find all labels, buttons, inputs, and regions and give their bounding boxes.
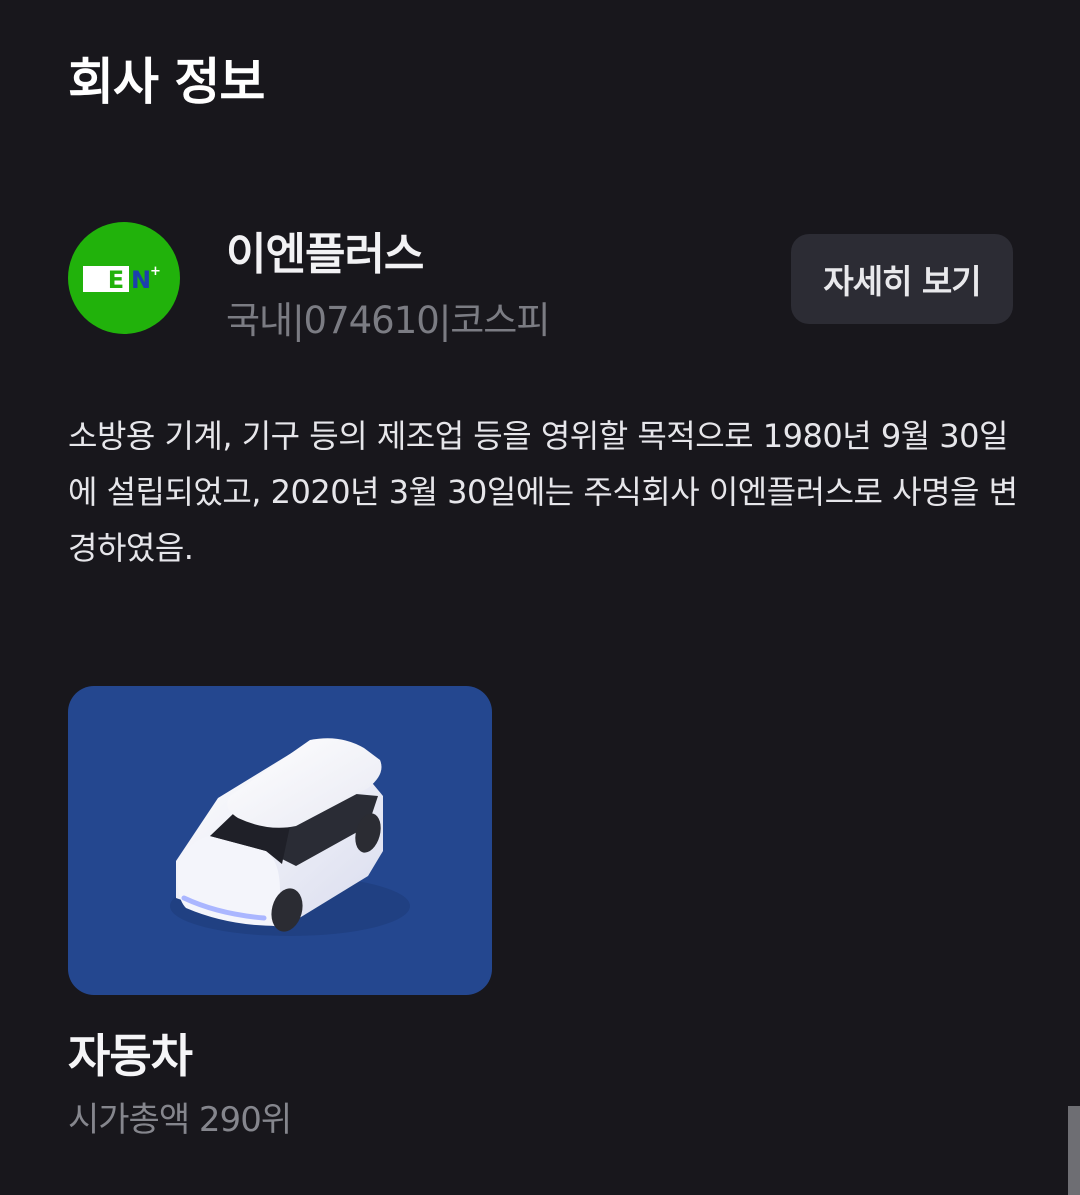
category-rank: 시가총액 290위 [68, 1100, 292, 1140]
logo-letter-n: N [131, 266, 151, 294]
logo-letter-e: E [108, 266, 124, 294]
company-description: 소방용 기계, 기구 등의 제조업 등을 영위할 목적으로 1980년 9월 3… [68, 417, 1018, 567]
company-logo-mark: E N + [83, 264, 161, 294]
scrollbar-thumb[interactable] [1068, 1106, 1080, 1195]
car-icon [170, 738, 410, 936]
company-meta: 국내|074610|코스피 [226, 299, 550, 342]
logo-plus: + [150, 264, 161, 279]
company-logo: E N + [68, 222, 180, 334]
category-card[interactable] [68, 686, 492, 995]
company-name: 이엔플러스 [226, 229, 424, 280]
section-title: 회사 정보 [68, 53, 265, 111]
detail-button[interactable]: 자세히 보기 [791, 234, 1013, 324]
category-name: 자동차 [68, 1029, 193, 1083]
